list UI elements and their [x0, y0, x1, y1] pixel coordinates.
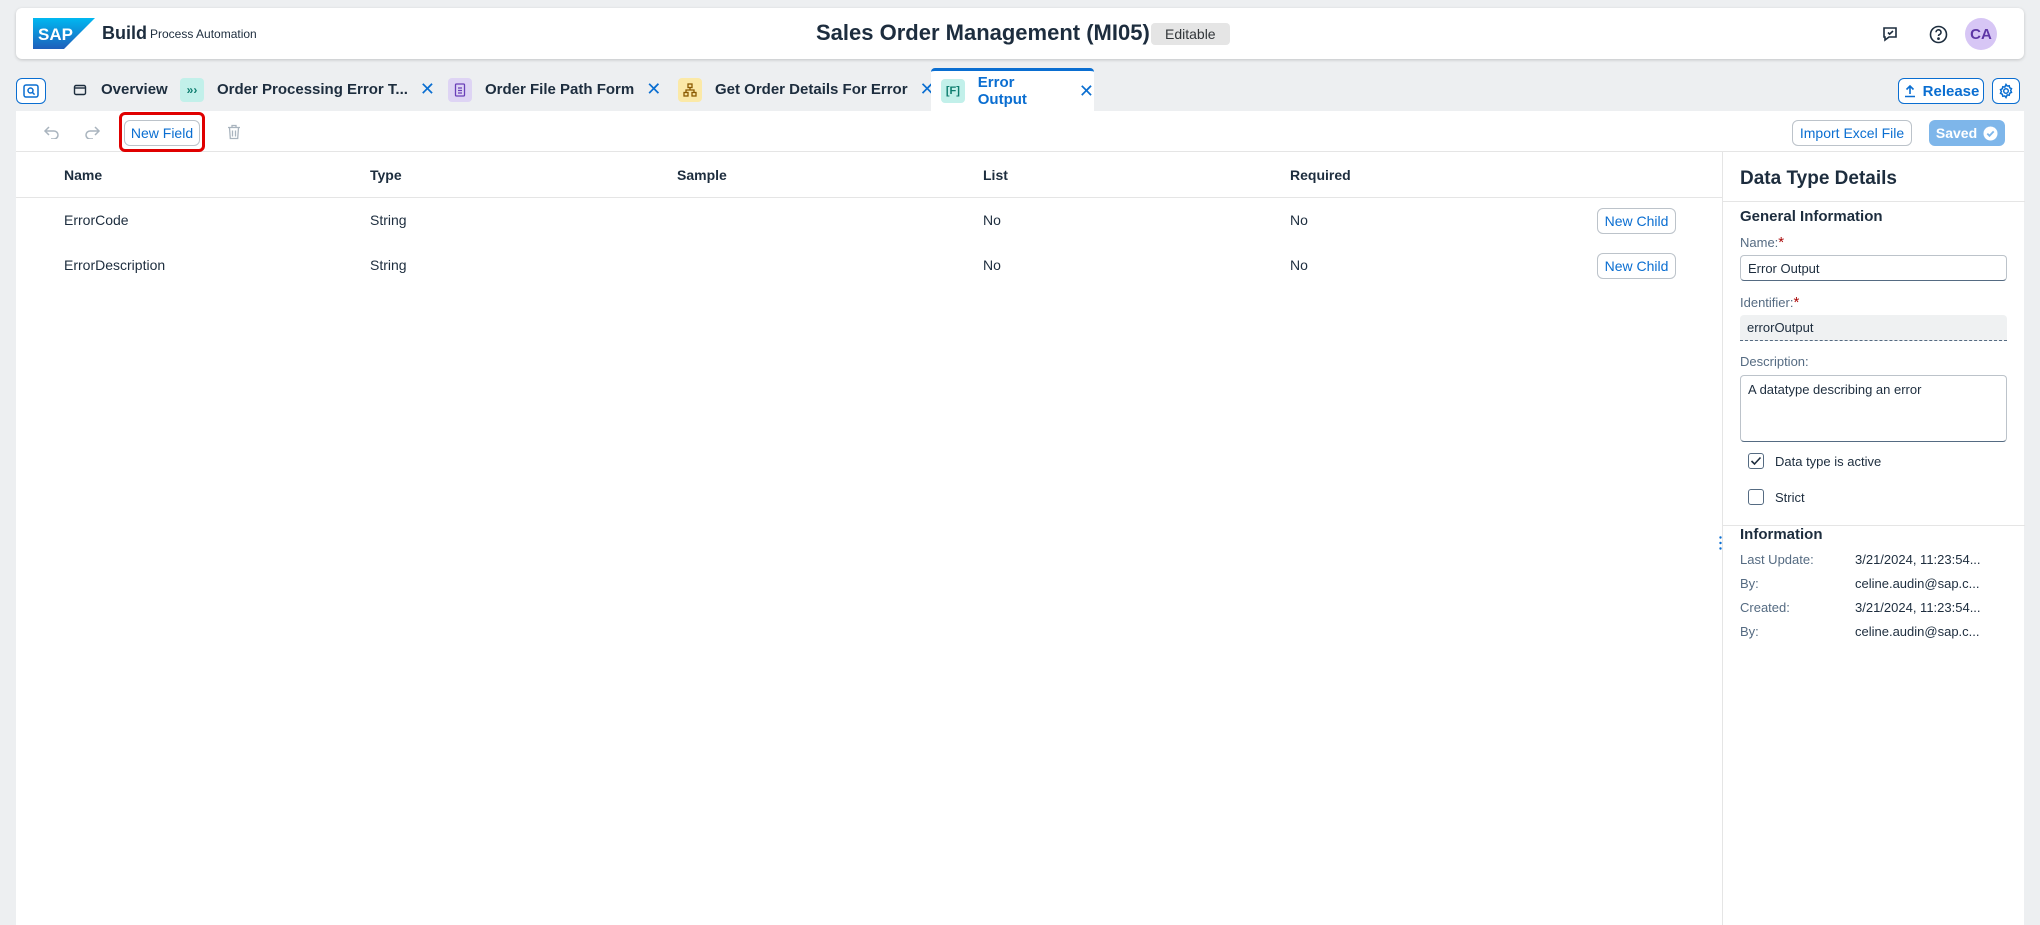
details-panel: Data Type Details General Information Na…: [1722, 152, 2025, 925]
brand-name: Build: [102, 23, 147, 43]
tab-label: Get Order Details For Error: [715, 81, 908, 98]
product-name: Process Automation: [150, 27, 257, 41]
cell-list: No: [983, 257, 1001, 273]
sap-logo[interactable]: SAP: [33, 18, 95, 49]
column-header-name[interactable]: Name: [64, 167, 102, 183]
identifier-label: Identifier:*: [1740, 294, 1800, 311]
cell-name: ErrorDescription: [64, 257, 166, 273]
redo-icon[interactable]: [82, 122, 102, 142]
description-label: Description:: [1740, 354, 1809, 369]
tab-strip: Overview »› Order Processing Error T... …: [16, 66, 2024, 111]
name-field[interactable]: Error Output: [1740, 255, 2007, 281]
decision-icon: [678, 77, 702, 102]
active-checkbox[interactable]: [1748, 453, 1764, 469]
release-label: Release: [1922, 82, 1980, 100]
checkmark-icon: [1983, 126, 1998, 140]
tab-order-file-path-form[interactable]: Order File Path Form ✕: [448, 68, 661, 111]
cell-required: No: [1290, 257, 1308, 273]
editor-toolbar: New Field Import Excel File Saved: [16, 111, 2024, 152]
search-icon: [23, 84, 39, 98]
info-created: Created: 3/21/2024, 11:23:54...: [1740, 600, 1981, 615]
table-row[interactable]: ErrorDescription String No No New Child: [16, 243, 1722, 288]
column-header-required[interactable]: Required: [1290, 167, 1351, 183]
new-child-button[interactable]: New Child: [1597, 208, 1676, 234]
close-icon[interactable]: ✕: [1079, 81, 1094, 102]
feedback-icon[interactable]: [1878, 22, 1902, 46]
active-checkbox-label: Data type is active: [1775, 453, 1882, 469]
description-field[interactable]: A datatype describing an error: [1740, 375, 2007, 442]
active-checkbox-row[interactable]: Data type is active: [1748, 453, 1881, 469]
help-icon[interactable]: [1926, 22, 1950, 46]
data-type-editor: New Field Import Excel File Saved Name T…: [16, 111, 2025, 925]
delete-icon[interactable]: [224, 122, 244, 142]
upload-icon: [1904, 84, 1915, 98]
saved-label: Saved: [1935, 125, 1978, 141]
overview-icon: [68, 78, 92, 102]
tab-label: Overview: [101, 81, 168, 98]
column-header-sample[interactable]: Sample: [677, 167, 727, 183]
tab-overview[interactable]: Overview: [68, 68, 168, 111]
strict-checkbox[interactable]: [1748, 489, 1764, 505]
panel-resize-handle[interactable]: [1719, 536, 1722, 550]
identifier-field: errorOutput: [1740, 315, 2007, 341]
divider: [1723, 201, 2025, 202]
information-title: Information: [1740, 526, 1823, 543]
column-header-type[interactable]: Type: [370, 167, 402, 183]
gear-icon: [1999, 83, 2013, 99]
form-icon: [448, 77, 472, 102]
close-icon[interactable]: ✕: [420, 79, 435, 100]
tab-label: Error Output: [977, 74, 1027, 108]
undo-icon[interactable]: [42, 122, 62, 142]
strict-checkbox-row[interactable]: Strict: [1748, 489, 1805, 505]
cell-list: No: [983, 212, 1001, 228]
info-updated-by: By: celine.audin@sap.c...: [1740, 576, 1980, 591]
tab-label: Order Processing Error T...: [217, 81, 408, 98]
close-icon[interactable]: ✕: [646, 79, 661, 100]
panel-title: Data Type Details: [1740, 168, 1897, 189]
cell-name: ErrorCode: [64, 212, 129, 228]
tab-label: Order File Path Form: [485, 81, 635, 98]
import-excel-button[interactable]: Import Excel File: [1792, 120, 1912, 146]
avatar[interactable]: CA: [1965, 18, 1997, 50]
settings-button[interactable]: [1992, 78, 2020, 104]
new-field-highlight: [119, 112, 205, 152]
column-header-list[interactable]: List: [983, 167, 1008, 183]
tab-order-processing[interactable]: »› Order Processing Error T... ✕: [180, 68, 435, 111]
info-last-update: Last Update: 3/21/2024, 11:23:54...: [1740, 552, 1981, 567]
fields-table: Name Type Sample List Required ErrorCode…: [16, 152, 1722, 288]
new-child-button[interactable]: New Child: [1597, 253, 1676, 279]
datatype-icon: [F]: [941, 79, 965, 103]
name-label: Name:*: [1740, 234, 1785, 251]
svg-text:SAP: SAP: [38, 25, 73, 44]
saved-button: Saved: [1929, 120, 2005, 146]
strict-checkbox-label: Strict: [1775, 489, 1805, 505]
cell-required: No: [1290, 212, 1308, 228]
check-icon: [1750, 456, 1762, 466]
table-row[interactable]: ErrorCode String No No New Child: [16, 198, 1722, 243]
tab-error-output[interactable]: [F] Error Output ✕: [931, 68, 1094, 111]
cell-type: String: [370, 257, 407, 273]
process-icon: »›: [180, 77, 204, 102]
release-button[interactable]: Release: [1898, 78, 1984, 104]
tab-get-order-details[interactable]: Get Order Details For Error ✕: [678, 68, 935, 111]
info-created-by: By: celine.audin@sap.c...: [1740, 624, 1980, 639]
tab-search-button[interactable]: [16, 78, 46, 104]
general-info-title: General Information: [1740, 208, 1883, 225]
shell-bar: SAP Build Process Automation Sales Order…: [16, 8, 2024, 59]
cell-type: String: [370, 212, 407, 228]
page-title: Sales Order Management (MI05): [816, 20, 1150, 45]
status-badge: Editable: [1151, 23, 1230, 45]
table-header: Name Type Sample List Required: [16, 152, 1722, 198]
